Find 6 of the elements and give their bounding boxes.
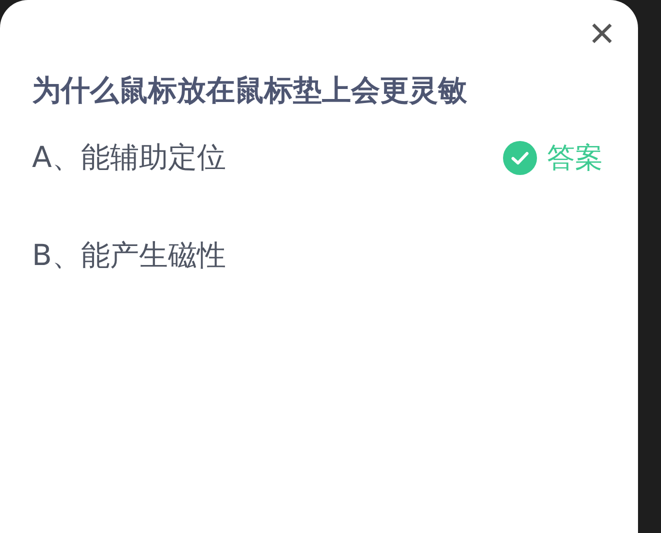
close-button[interactable]: × xyxy=(582,14,622,54)
answer-label: 答案 xyxy=(547,140,603,176)
option-text[interactable]: A、能辅助定位 xyxy=(32,138,226,178)
check-icon xyxy=(503,141,537,175)
option-text[interactable]: B、能产生磁性 xyxy=(32,236,226,276)
question-text: 为什么鼠标放在鼠标垫上会更灵敏 xyxy=(32,72,468,109)
